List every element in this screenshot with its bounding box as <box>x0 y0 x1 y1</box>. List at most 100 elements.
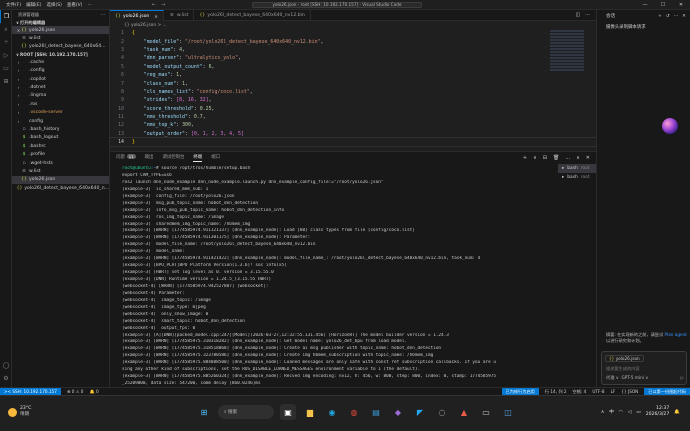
panel-tab[interactable]: 终端 <box>193 154 203 162</box>
chrome-icon[interactable]: ◍ <box>346 404 362 420</box>
tree-folder[interactable]: › .lingma <box>12 92 109 100</box>
search-icon[interactable]: ⌕ <box>0 23 12 36</box>
status-item[interactable]: LF <box>611 389 616 395</box>
tree-folder[interactable]: › .config <box>12 67 109 75</box>
status-item[interactable]: ⊗ 0 ⚠ 0 <box>67 389 84 395</box>
panel-action-icon[interactable]: 🗑 <box>553 155 559 161</box>
remote-desktop-icon[interactable]: ◫ <box>500 404 516 420</box>
tree-folder[interactable]: › .copilot <box>12 75 109 83</box>
panel-action-icon[interactable]: ∨ <box>533 155 537 161</box>
forward-arrow-icon[interactable]: → <box>161 2 165 8</box>
more-actions-icon[interactable]: ··· <box>674 14 678 19</box>
chat-input-placeholder[interactable]: 描述要生成的内容 <box>606 366 640 372</box>
minimize-button[interactable]: — <box>636 0 654 10</box>
run-debug-icon[interactable]: ▷ <box>0 49 12 62</box>
tree-folder[interactable]: › .vscode-server <box>12 109 109 117</box>
open-editors-section[interactable]: ∨ 打开的编辑器 <box>12 19 109 26</box>
wifi-icon[interactable]: ◠ <box>619 410 623 415</box>
status-item[interactable]: {} JSON <box>621 389 638 395</box>
open-editor-item[interactable]: ✕{} yolo26.json <box>12 26 109 35</box>
volume-icon[interactable]: ◁ <box>628 410 632 415</box>
menu-item[interactable]: 文件(F) <box>6 2 21 8</box>
tree-file[interactable]: $ .profile <box>12 150 109 158</box>
menu-item[interactable]: ... <box>87 2 91 8</box>
gear-icon[interactable]: ⚙ <box>0 372 12 385</box>
back-arrow-icon[interactable]: ← <box>152 2 156 8</box>
status-item[interactable]: 行 14, 列 2 <box>545 389 567 395</box>
chevron-up-icon[interactable]: ∧ <box>601 410 604 415</box>
terminal-instance[interactable]: ▸ bash root <box>558 173 596 182</box>
plus-icon[interactable]: + <box>658 14 662 19</box>
terminal-app-icon[interactable]: ▭ <box>478 404 494 420</box>
status-pill[interactable]: 已为帧行为启用 <box>501 388 539 395</box>
wechat-icon[interactable]: ◌ <box>434 404 450 420</box>
extensions-icon[interactable]: ⊞ <box>0 75 12 88</box>
task-view-icon[interactable]: ▣ <box>280 404 296 420</box>
editor-tab[interactable]: {} yolo26.json ✕ <box>110 10 164 21</box>
status-item[interactable]: 空格: 4 <box>573 389 587 395</box>
windows-start-icon[interactable]: ⊞ <box>196 404 212 420</box>
status-item[interactable]: 🔔 0 <box>89 389 98 395</box>
tree-file[interactable]: {} yolo26l_detect_bayese_640x640_n... <box>12 184 109 192</box>
close-window-button[interactable]: ✕ <box>672 0 690 10</box>
tree-file[interactable]: {} yolo26.json <box>12 175 109 185</box>
open-editor-item[interactable]: ≡ w.list <box>12 34 109 42</box>
notification-icon[interactable]: 🔔 <box>674 410 680 415</box>
send-button[interactable]: ▷ <box>681 375 684 381</box>
taskbar-search[interactable]: ⌕ 搜索 <box>218 405 274 419</box>
model-select[interactable]: GPT-5 mini ∨ <box>621 375 648 381</box>
app-icon[interactable]: ▲ <box>456 404 472 420</box>
vscode-icon[interactable]: ◤ <box>412 404 428 420</box>
more-actions-icon[interactable]: ··· <box>585 12 590 18</box>
menu-item[interactable]: 编辑(E) <box>26 2 41 8</box>
panel-tab[interactable]: 问题 11 <box>116 154 136 162</box>
file-explorer-icon[interactable]: ▆ <box>302 404 318 420</box>
panel-action-icon[interactable]: ... <box>565 155 570 161</box>
tree-file[interactable]: $ .bash_logout <box>12 134 109 142</box>
root-folder-section[interactable]: ∨ ROOT [SSH: 10.192.170.157] <box>12 51 109 58</box>
remote-explorer-icon[interactable]: ▭ <box>0 62 12 75</box>
menu-item[interactable]: 选择(S) <box>46 2 61 8</box>
tree-file[interactable]: ▫ .bash_history <box>12 125 109 133</box>
source-control-icon[interactable]: ⑂ <box>0 36 12 49</box>
breadcrumb[interactable]: {} yolo26.json > ... <box>110 21 596 29</box>
tree-folder[interactable]: › .cache <box>12 58 109 66</box>
terminal-output[interactable]: root@ubuntu:~# source /opt/tros/humble/s… <box>122 166 558 386</box>
edge-icon[interactable]: ◉ <box>324 404 340 420</box>
attached-file-chip[interactable]: {} yolo26.json <box>605 355 644 362</box>
terminal-instance[interactable]: ▸ bash root <box>558 164 596 173</box>
panel-action-icon[interactable]: ∧ <box>576 155 580 161</box>
store-icon[interactable]: ▤ <box>368 404 384 420</box>
close-icon[interactable]: ✕ <box>154 14 158 19</box>
panel-action-icon[interactable]: + <box>523 155 527 161</box>
panel-tab[interactable]: 输出 <box>145 154 154 162</box>
tree-folder[interactable]: › .ros <box>12 100 109 108</box>
maximize-button[interactable]: ☐ <box>654 0 672 10</box>
open-editor-item[interactable]: {} yolo26l_detect_bayese_640x64... <box>12 43 109 51</box>
status-item[interactable]: UTF-8 <box>592 389 604 395</box>
tree-file[interactable]: ≡ w.list <box>12 167 109 175</box>
agent-mode-select[interactable]: 代理 ∨ <box>606 375 619 381</box>
tree-folder[interactable]: › .dotnet <box>12 83 109 91</box>
panel-action-icon[interactable]: ✕ <box>586 155 590 161</box>
battery-icon[interactable]: ▭ <box>636 410 640 415</box>
editor-tab[interactable]: ≡ w.list <box>164 10 195 21</box>
input-language[interactable]: 中 <box>609 409 614 415</box>
split-editor-icon[interactable]: ◫ <box>575 12 580 18</box>
panel-action-icon[interactable]: ⊟ <box>543 155 547 161</box>
tree-folder[interactable]: › config <box>12 117 109 125</box>
minimap[interactable] <box>550 29 584 89</box>
history-icon[interactable]: ↺ <box>666 14 670 19</box>
code-editor[interactable]: 1{2 "model_file": "/root/yolo26l_detect_… <box>109 29 597 151</box>
explorer-icon[interactable]: ❐ <box>0 10 12 23</box>
tree-file[interactable]: $ .bashrc <box>12 142 109 150</box>
menu-item[interactable]: 查看(V) <box>67 2 83 8</box>
status-pill-right[interactable]: 已以第一份图起代码 <box>644 388 690 395</box>
clock[interactable]: 12:37 2026/3/27 <box>646 406 670 418</box>
more-actions-icon[interactable]: ··· <box>101 12 105 17</box>
account-icon[interactable]: ◯ <box>0 359 12 372</box>
chat-input-box[interactable]: {} yolo26.json 描述要生成的内容 代理 ∨ GPT-5 mini … <box>601 351 687 385</box>
weather-widget[interactable]: 23°C 晴朗 <box>8 406 31 418</box>
chat-session-item[interactable]: 摄像头录制脚本请求 <box>597 22 690 31</box>
vs-icon[interactable]: ◆ <box>390 404 406 420</box>
